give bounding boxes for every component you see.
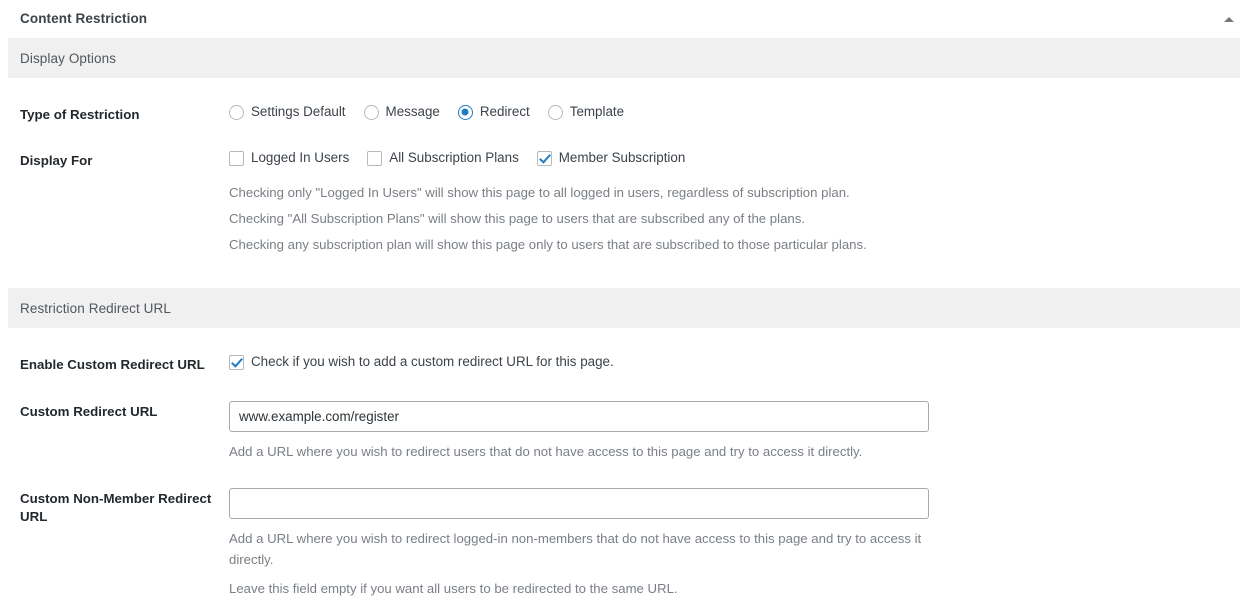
radio-option-message[interactable]: Message [364, 104, 440, 120]
field-label-custom-non-member-redirect-url: Custom Non-Member Redirect URL [20, 488, 229, 526]
field-row-custom-redirect-url: Custom Redirect URL Add a URL where you … [0, 401, 1256, 462]
custom-redirect-url-input[interactable] [229, 401, 929, 432]
help-line: Checking "All Subscription Plans" will s… [229, 206, 1256, 232]
field-row-display-for: Display For Logged In Users All Subscrip… [0, 150, 1256, 258]
field-label-display-for: Display For [20, 150, 229, 170]
checkbox-icon-member-subscription[interactable] [537, 151, 552, 166]
radio-icon-settings-default[interactable] [229, 105, 244, 120]
caret-up-icon [1224, 17, 1234, 22]
checkbox-label-enable-custom-redirect-url: Check if you wish to add a custom redire… [251, 354, 614, 370]
radio-option-template[interactable]: Template [548, 104, 624, 120]
radio-option-settings-default[interactable]: Settings Default [229, 104, 346, 120]
content-restriction-metabox: Content Restriction Display Options Type… [0, 0, 1256, 609]
checkbox-label-all-subscription-plans: All Subscription Plans [389, 150, 519, 166]
page-title: Content Restriction [20, 12, 147, 26]
checkbox-option-all-subscription-plans[interactable]: All Subscription Plans [367, 150, 519, 166]
field-row-type-of-restriction: Type of Restriction Settings Default Mes… [0, 104, 1256, 124]
display-for-help-text: Checking only "Logged In Users" will sho… [229, 180, 1256, 258]
section-header-label: Display Options [20, 51, 116, 66]
field-label-type-of-restriction: Type of Restriction [20, 104, 229, 124]
checkbox-group-display-for: Logged In Users All Subscription Plans M… [229, 150, 1256, 166]
radio-icon-redirect[interactable] [458, 105, 473, 120]
checkbox-option-member-subscription[interactable]: Member Subscription [537, 150, 686, 166]
field-label-custom-redirect-url: Custom Redirect URL [20, 401, 229, 421]
radio-group-type-of-restriction: Settings Default Message Redirect Templa… [229, 104, 1256, 120]
radio-label-redirect: Redirect [480, 104, 530, 120]
checkbox-icon-enable-custom-redirect-url[interactable] [229, 355, 244, 370]
radio-icon-message[interactable] [364, 105, 379, 120]
custom-non-member-redirect-url-description-2: Leave this field empty if you want all u… [229, 578, 929, 599]
radio-label-template: Template [570, 104, 624, 120]
metabox-header: Content Restriction [0, 0, 1256, 38]
radio-label-message: Message [386, 104, 440, 120]
checkbox-icon-logged-in-users[interactable] [229, 151, 244, 166]
collapse-toggle-button[interactable] [1214, 4, 1244, 34]
field-label-enable-custom-redirect-url: Enable Custom Redirect URL [20, 354, 229, 374]
checkbox-option-logged-in-users[interactable]: Logged In Users [229, 150, 349, 166]
field-row-custom-non-member-redirect-url: Custom Non-Member Redirect URL Add a URL… [0, 488, 1256, 599]
help-line: Checking any subscription plan will show… [229, 232, 1256, 258]
custom-redirect-url-description: Add a URL where you wish to redirect use… [229, 441, 929, 462]
checkbox-option-enable-custom-redirect-url[interactable]: Check if you wish to add a custom redire… [229, 354, 614, 370]
checkbox-label-member-subscription: Member Subscription [559, 150, 686, 166]
checkbox-label-logged-in-users: Logged In Users [251, 150, 349, 166]
custom-non-member-redirect-url-input[interactable] [229, 488, 929, 519]
section-header-display-options: Display Options [8, 38, 1240, 78]
section-header-label: Restriction Redirect URL [20, 301, 171, 316]
checkbox-icon-all-subscription-plans[interactable] [367, 151, 382, 166]
custom-non-member-redirect-url-description-1: Add a URL where you wish to redirect log… [229, 528, 929, 570]
radio-label-settings-default: Settings Default [251, 104, 346, 120]
radio-icon-template[interactable] [548, 105, 563, 120]
help-line: Checking only "Logged In Users" will sho… [229, 180, 1256, 206]
field-row-enable-custom-redirect-url: Enable Custom Redirect URL Check if you … [0, 354, 1256, 375]
section-header-restriction-redirect-url: Restriction Redirect URL [8, 288, 1240, 328]
radio-option-redirect[interactable]: Redirect [458, 104, 530, 120]
